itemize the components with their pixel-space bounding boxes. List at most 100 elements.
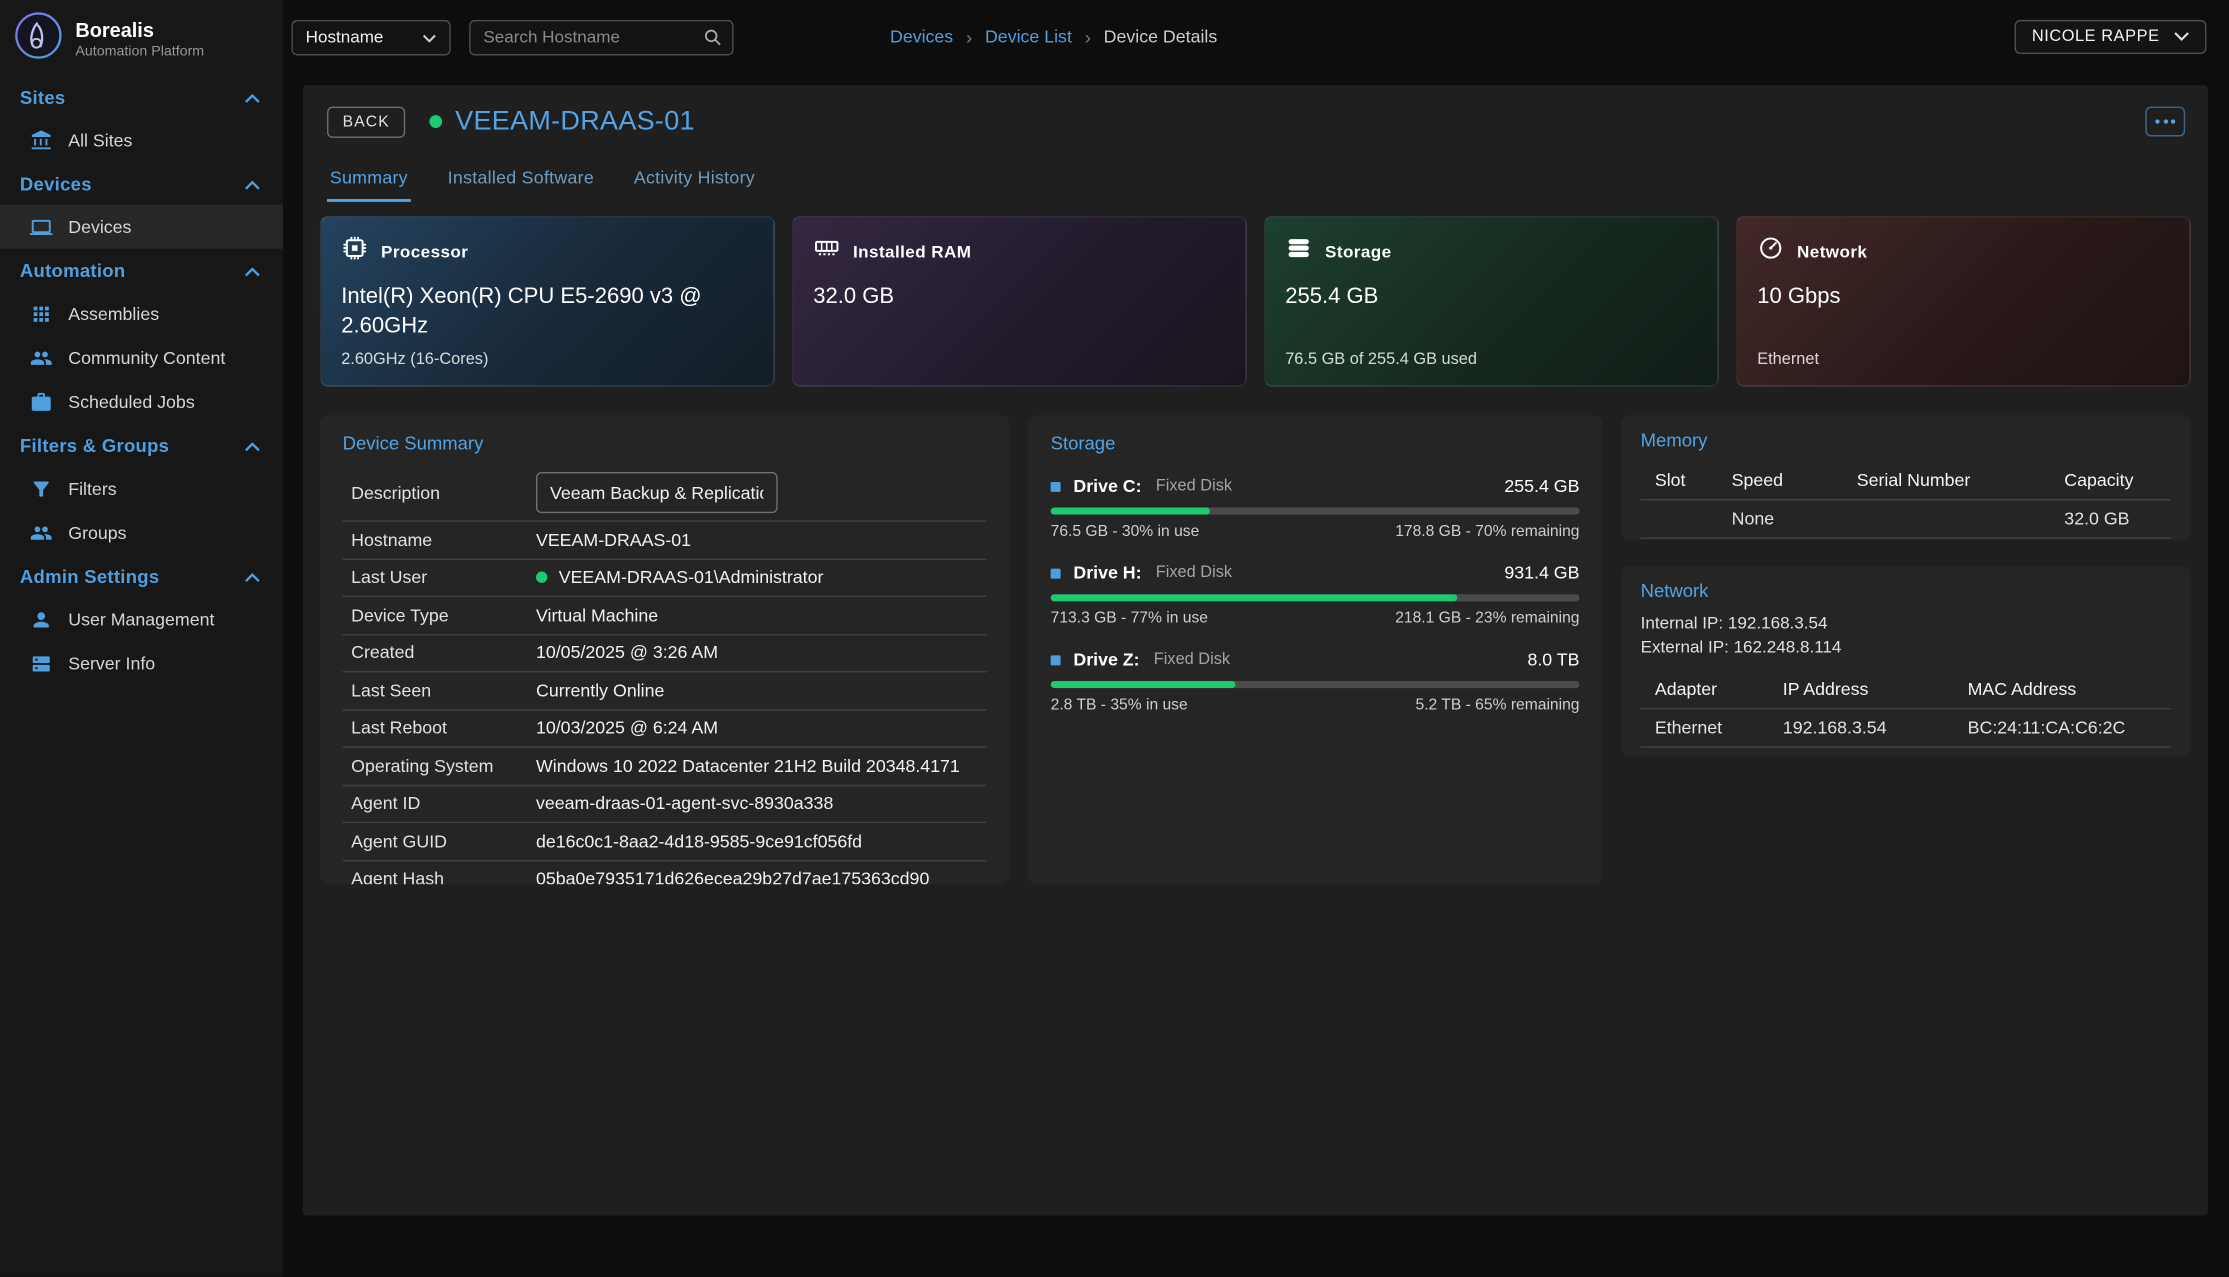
table-header-row: Adapter IP Address MAC Address [1641,671,2171,708]
tab-summary[interactable]: Summary [327,159,411,202]
table-row: Operating System Windows 10 2022 Datacen… [343,748,987,786]
sidebar-item-label: User Management [68,609,214,629]
memory-panel: Memory Slot Speed Serial Number Capacity… [1621,415,2191,540]
storage-panel: Storage Drive C: Fixed Disk 255.4 GB 76.… [1028,415,1602,884]
drive-icon [1051,568,1061,578]
chevron-down-icon [422,27,436,47]
table-row: Last Reboot 10/03/2025 @ 6:24 AM [343,710,987,748]
more-options-button[interactable] [2145,107,2185,137]
sidebar-item-devices[interactable]: Devices [0,205,283,249]
sidebar-section-automation[interactable]: Automation [0,249,283,292]
tab-installed-software[interactable]: Installed Software [445,159,597,202]
drive-used: 2.8 TB - 35% in use [1051,697,1188,714]
topbar: Hostname Devices › Device List › Device … [283,0,2229,74]
installed-ram-card: Installed RAM 32.0 GB [792,216,1247,387]
sidebar-item-label: Assemblies [68,304,159,324]
table-row: Last Seen Currently Online [343,672,987,710]
sidebar-item-community-content[interactable]: Community Content [0,336,283,380]
description-input[interactable] [536,472,778,513]
device-summary-table: Description Hostname VEEAM-DRAAS-01 Last… [343,465,987,884]
sidebar-section-devices[interactable]: Devices [0,162,283,205]
table-row: Ethernet 192.168.3.54 BC:24:11:CA:C6:2C [1641,708,2171,748]
section-label: Admin Settings [20,565,160,586]
section-label: Automation [20,259,126,280]
chevron-up-icon [245,565,261,586]
disks-icon [1285,235,1312,269]
table-row: None 32.0 GB [1641,499,2171,539]
drive-remaining: 178.8 GB - 70% remaining [1395,523,1579,540]
panel-title: Storage [1051,432,1580,453]
drive-usage-bar [1051,508,1580,515]
sidebar-item-label: Groups [68,522,126,542]
gauge-icon [1757,235,1784,269]
drive-used: 76.5 GB - 30% in use [1051,523,1200,540]
sidebar-item-assemblies[interactable]: Assemblies [0,291,283,335]
table-row: Hostname VEEAM-DRAAS-01 [343,522,987,560]
search-input[interactable] [469,19,733,55]
sidebar-item-label: Server Info [68,653,155,673]
table-row: Agent Hash 05ba0e7935171d626ecea29b27d7a… [343,861,987,884]
sidebar-section-filters-groups[interactable]: Filters & Groups [0,424,283,467]
people-icon [28,345,52,369]
network-table: Adapter IP Address MAC Address Ethernet … [1641,671,2171,748]
brand-logo-row: Borealis Automation Platform [0,0,283,75]
sidebar: Borealis Automation Platform Sites All S… [0,0,283,1277]
breadcrumb-devices[interactable]: Devices [890,27,953,47]
sidebar-item-filters[interactable]: Filters [0,466,283,510]
sidebar-item-server-info[interactable]: Server Info [0,641,283,685]
chevron-up-icon [245,434,261,455]
breadcrumb: Devices › Device List › Device Details [890,26,1217,47]
internal-ip: Internal IP: 192.168.3.54 [1641,611,2171,636]
chevron-up-icon [245,86,261,107]
sidebar-item-scheduled-jobs[interactable]: Scheduled Jobs [0,380,283,424]
tab-activity-history[interactable]: Activity History [631,159,758,202]
sidebar-item-all-sites[interactable]: All Sites [0,118,283,162]
brand-subtitle: Automation Platform [75,44,204,60]
ip-summary: Internal IP: 192.168.3.54 External IP: 1… [1641,611,2171,660]
drive-usage-bar [1051,681,1580,688]
drive-row-h: Drive H: Fixed Disk 931.4 GB 713.3 GB - … [1051,563,1580,627]
table-row: Device Type Virtual Machine [343,597,987,635]
people-icon [28,520,52,544]
stat-cards: Processor Intel(R) Xeon(R) CPU E5-2690 v… [320,216,2191,387]
sidebar-item-label: Community Content [68,348,225,368]
section-label: Sites [20,86,66,107]
sidebar-item-groups[interactable]: Groups [0,510,283,554]
breadcrumb-device-list[interactable]: Device List [985,27,1072,47]
card-footer: 2.60GHz (16-Cores) [341,351,488,368]
sidebar-item-label: Devices [68,217,131,237]
card-value: 255.4 GB [1285,283,1672,313]
server-icon [28,651,52,675]
section-label: Devices [20,173,92,194]
user-icon [28,607,52,631]
processor-card: Processor Intel(R) Xeon(R) CPU E5-2690 v… [320,216,775,387]
sidebar-item-user-management[interactable]: User Management [0,597,283,641]
chevron-down-icon [2174,28,2190,45]
chevron-up-icon [245,259,261,280]
device-summary-panel: Device Summary Description Hostname VEEA… [320,415,1010,884]
laptop-icon [28,215,52,239]
more-horizontal-icon [2155,119,2175,123]
card-label: Storage [1325,242,1392,262]
card-label: Network [1797,242,1867,262]
detail-tabs: Summary Installed Software Activity Hist… [327,159,2208,202]
table-row: Agent ID veeam-draas-01-agent-svc-8930a3… [343,785,987,823]
back-button[interactable]: BACK [327,106,405,137]
card-label: Installed RAM [853,242,971,262]
rabbit-logo-icon [14,11,62,66]
sidebar-section-sites[interactable]: Sites [0,75,283,118]
table-row: Agent GUID de16c0c1-8aa2-4d18-9585-9ce91… [343,823,987,861]
panel-title: Device Summary [343,432,987,453]
select-value: Hostname [306,27,384,47]
section-label: Filters & Groups [20,434,169,455]
table-row: Description [343,465,987,522]
chevron-up-icon [245,173,261,194]
filter-icon [28,476,52,500]
sidebar-section-admin-settings[interactable]: Admin Settings [0,554,283,597]
user-menu-button[interactable]: NICOLE RAPPE [2015,20,2207,54]
hostname-filter-select[interactable]: Hostname [291,19,450,55]
online-status-dot [536,572,547,583]
user-name: NICOLE RAPPE [2032,28,2160,45]
card-footer: Ethernet [1757,351,1819,368]
device-details-panel: BACK VEEAM-DRAAS-01 Summary Installed So… [303,85,2208,1215]
